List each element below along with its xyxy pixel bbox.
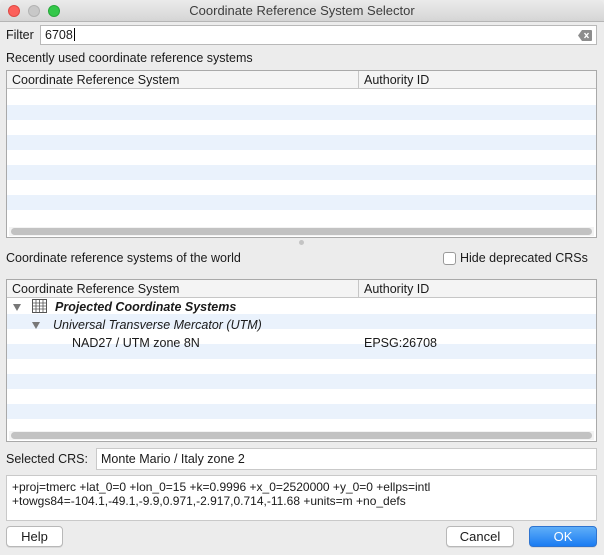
column-header-authority[interactable]: Authority ID	[364, 282, 429, 296]
hide-deprecated-checkbox[interactable]	[443, 252, 456, 265]
expand-arrow-icon[interactable]	[13, 304, 21, 311]
filter-value: 6708	[45, 28, 73, 42]
recent-table-body	[7, 90, 596, 225]
world-crs-label: Coordinate reference systems of the worl…	[6, 251, 241, 265]
proj-string-line: +towgs84=-104.1,-49.1,-9.9,0.971,-2.917,…	[12, 494, 406, 508]
tree-subgroup-label: Universal Transverse Mercator (UTM)	[53, 318, 262, 332]
grid-icon	[32, 299, 47, 313]
selected-crs-label: Selected CRS:	[6, 452, 88, 466]
tree-row-utm[interactable]: Universal Transverse Mercator (UTM)	[7, 316, 596, 334]
recent-crs-label: Recently used coordinate reference syste…	[6, 51, 253, 65]
title-bar: Coordinate Reference System Selector	[0, 0, 604, 22]
column-header-authority[interactable]: Authority ID	[364, 73, 429, 87]
filter-label: Filter	[6, 28, 34, 42]
selected-crs-value: Monte Mario / Italy zone 2	[101, 452, 245, 466]
ok-button[interactable]: OK	[529, 526, 597, 547]
recent-horizontal-scrollbar[interactable]	[9, 227, 594, 236]
column-header-crs[interactable]: Coordinate Reference System	[12, 282, 179, 296]
filter-input[interactable]: 6708	[40, 25, 597, 45]
recent-table-header: Coordinate Reference System Authority ID	[7, 71, 596, 89]
help-button[interactable]: Help	[6, 526, 63, 547]
column-header-crs[interactable]: Coordinate Reference System	[12, 73, 179, 87]
expand-arrow-icon[interactable]	[32, 322, 40, 329]
scrollbar-thumb[interactable]	[11, 228, 592, 235]
proj-string-box[interactable]: +proj=tmerc +lat_0=0 +lon_0=15 +k=0.9996…	[6, 475, 597, 521]
world-horizontal-scrollbar[interactable]	[9, 431, 594, 440]
selected-crs-field: Monte Mario / Italy zone 2	[96, 448, 597, 470]
tree-row-projected[interactable]: Projected Coordinate Systems	[7, 298, 596, 316]
crs-authority-id: EPSG:26708	[364, 336, 437, 350]
recent-crs-table[interactable]: Coordinate Reference System Authority ID	[6, 70, 597, 238]
window-title: Coordinate Reference System Selector	[189, 3, 415, 18]
splitter-handle[interactable]	[299, 240, 304, 245]
hide-deprecated-label[interactable]: Hide deprecated CRSs	[460, 251, 588, 265]
text-caret	[73, 28, 75, 41]
tree-row-crs[interactable]: NAD27 / UTM zone 8N EPSG:26708	[7, 334, 596, 352]
world-table-header: Coordinate Reference System Authority ID	[7, 280, 596, 298]
cancel-button[interactable]: Cancel	[446, 526, 514, 547]
proj-string-line: +proj=tmerc +lat_0=0 +lon_0=15 +k=0.9996…	[12, 480, 431, 494]
scrollbar-thumb[interactable]	[11, 432, 592, 439]
tree-group-label: Projected Coordinate Systems	[55, 300, 237, 314]
crs-name: NAD27 / UTM zone 8N	[72, 336, 200, 350]
clear-icon[interactable]	[578, 30, 592, 41]
world-crs-table[interactable]: Coordinate Reference System Authority ID…	[6, 279, 597, 442]
